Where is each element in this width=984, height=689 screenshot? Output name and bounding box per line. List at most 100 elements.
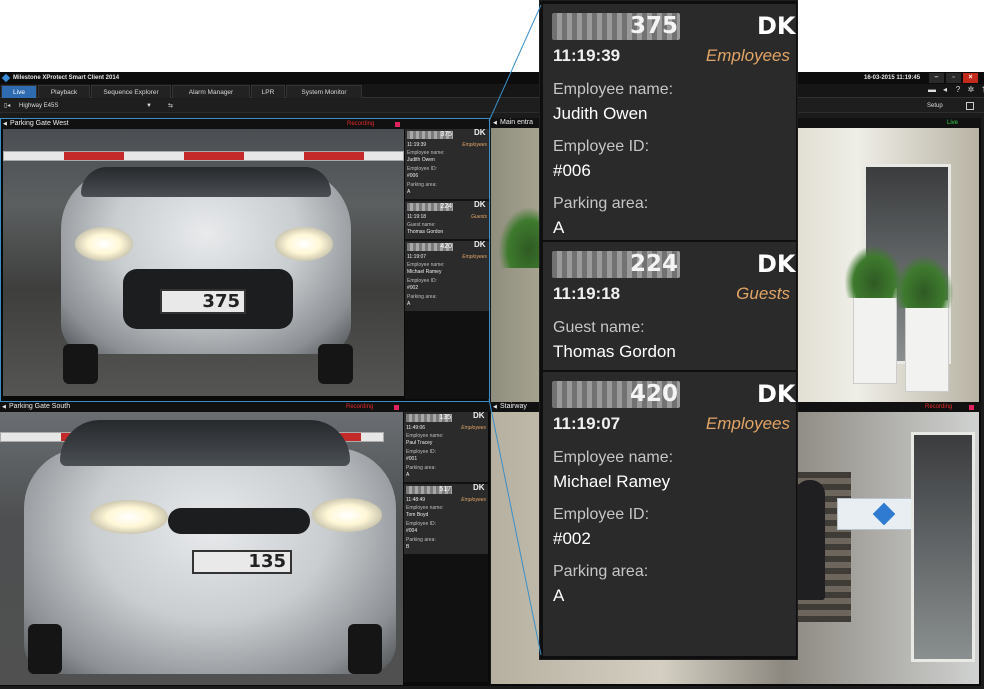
restore-button[interactable]: ▫ (946, 73, 961, 83)
field-label: Parking area: (407, 182, 437, 188)
lpr-zoom-callout: 375 DK 11:19:39 Employees Employee name: Judi… (539, 0, 798, 660)
status-icon[interactable]: ◂ (941, 86, 949, 94)
planter (905, 300, 949, 392)
car-headlight (275, 227, 333, 261)
field-value: #006 (553, 161, 591, 180)
recognition-time: 11:49:06 (406, 425, 426, 431)
field-label: Employee ID: (407, 278, 438, 284)
recording-indicator-icon (395, 122, 400, 127)
tab-live[interactable]: Live (1, 85, 37, 98)
recognition-time: 11:19:07 (553, 414, 621, 433)
car-headlight (312, 498, 382, 532)
country-code: DK (473, 411, 485, 420)
pane-menu-icon[interactable]: ◀ (493, 118, 497, 128)
pin-icon[interactable]: † (980, 86, 984, 94)
tab-bar: Live Playback Sequence Explorer Alarm Ma… (0, 84, 984, 98)
field-label: Employee ID: (553, 506, 650, 523)
field-label: Employee name: (406, 433, 444, 439)
dropdown-arrow-icon[interactable]: ▼ (146, 99, 152, 113)
view-layout-icon[interactable]: ▯◂ (4, 99, 10, 113)
country-code: DK (474, 200, 486, 209)
planter (853, 288, 897, 384)
camera-pane-parking-gate-south[interactable]: ◀ Parking Gate South Recording 135 135 DK… (0, 402, 490, 686)
recording-status: Recording (346, 404, 374, 410)
license-plate: 135 (192, 550, 292, 574)
field-value: #001 (406, 456, 418, 462)
recognition-time: 11:19:07 (407, 254, 427, 260)
field-value: Paul Tracey (406, 440, 433, 446)
country-code: DK (757, 12, 796, 40)
country-code: DK (757, 250, 796, 278)
maximize-icon[interactable] (966, 102, 974, 110)
camera-pane-parking-gate-west[interactable]: ◀ Parking Gate West Recording 375 375 DK 1… (0, 118, 490, 402)
country-code: DK (473, 483, 485, 492)
plate-number: 420 (629, 381, 678, 407)
plate-thumbnail: 420 (552, 381, 680, 408)
tab-sequence-explorer[interactable]: Sequence Explorer (91, 85, 171, 98)
camera-feed: 375 (3, 129, 404, 396)
pane-menu-icon[interactable]: ◀ (2, 402, 6, 412)
tab-playback[interactable]: Playback (38, 85, 90, 98)
license-plate: 375 (160, 289, 246, 314)
field-value: Michael Ramey (553, 472, 671, 491)
tab-lpr[interactable]: LPR (251, 85, 285, 98)
person (795, 480, 825, 600)
recognition-time: 11:19:18 (407, 214, 427, 220)
lpr-entry[interactable]: 135 DK 11:49:06 Employees Employee name: Paul… (404, 412, 488, 484)
close-button[interactable]: × (963, 73, 978, 83)
camera-name: Parking Gate South (9, 403, 71, 410)
tab-system-monitor[interactable]: System Monitor (286, 85, 362, 98)
recording-indicator-icon (394, 405, 399, 410)
country-code: DK (474, 128, 486, 137)
clock: 16-03-2015 11:19:45 (864, 75, 921, 81)
field-value: #002 (407, 285, 419, 291)
field-label: Employee ID: (407, 166, 438, 172)
plate-number: 135 (248, 551, 286, 572)
connection-icon[interactable]: ▬ (928, 86, 936, 94)
field-value: Tom Boyd (406, 512, 429, 518)
settings-icon[interactable]: ✲ (967, 86, 975, 94)
lpr-recognition-list: 135 DK 11:49:06 Employees Employee name: Paul… (404, 412, 488, 682)
field-label: Guest name: (407, 222, 436, 228)
field-value: A (406, 472, 410, 478)
country-code: DK (757, 380, 796, 408)
recognition-time: 11:48:49 (406, 497, 426, 503)
lpr-entry-zoomed: 420 DK 11:19:07 Employees Employee name: Mich… (543, 372, 796, 656)
field-label: Parking area: (406, 537, 436, 543)
lpr-entry[interactable]: 224 DK 11:19:18 Guests Guest name: Thomas Gor… (405, 201, 489, 241)
tab-alarm-manager[interactable]: Alarm Manager (172, 85, 250, 98)
lpr-entry[interactable]: 517 DK 11:48:49 Employees Employee name: Tom … (404, 484, 488, 556)
field-value: #002 (553, 529, 591, 548)
recording-indicator-icon (969, 405, 974, 410)
match-list: Employees (461, 425, 486, 431)
field-value: A (407, 301, 411, 307)
field-label: Employee name: (553, 81, 674, 98)
plate-thumbnail: 517 (406, 486, 452, 494)
pane-menu-icon[interactable]: ◀ (493, 402, 497, 412)
plate-thumbnail: 224 (407, 203, 453, 211)
field-value: #004 (406, 528, 418, 534)
lpr-recognition-list: 375 DK 11:19:39 Employees Employee name: Judi… (405, 129, 489, 399)
field-value: #006 (407, 173, 419, 179)
field-label: Employee name: (406, 505, 444, 511)
plate-number: 375 (629, 13, 678, 39)
match-list: Employees (462, 254, 487, 260)
plate-thumbnail: 375 (552, 13, 680, 40)
field-value: Judith Owen (553, 104, 648, 123)
plate-number: 375 (202, 291, 240, 312)
recognition-time: 11:19:18 (553, 284, 621, 303)
lpr-entry[interactable]: 375 DK 11:19:39 Employees Employee name: Judi… (405, 129, 489, 201)
camera-feed: 135 (0, 412, 403, 685)
minimize-button[interactable]: – (929, 73, 944, 83)
pane-menu-icon[interactable]: ◀ (3, 119, 7, 129)
match-list: Employees (705, 414, 790, 433)
plant (895, 256, 953, 308)
lpr-entry[interactable]: 420 DK 11:19:07 Employees Employee name: Mich… (405, 241, 489, 313)
setup-button[interactable]: Setup (927, 99, 943, 113)
view-selector[interactable]: Highway E45S (19, 99, 58, 113)
pane-header: ◀ Parking Gate South Recording (0, 402, 490, 412)
camera-name: Stairway (500, 403, 527, 410)
recording-status: Recording (925, 404, 953, 410)
help-icon[interactable]: ? (954, 86, 962, 94)
link-icon[interactable]: ⇆ (168, 99, 173, 113)
